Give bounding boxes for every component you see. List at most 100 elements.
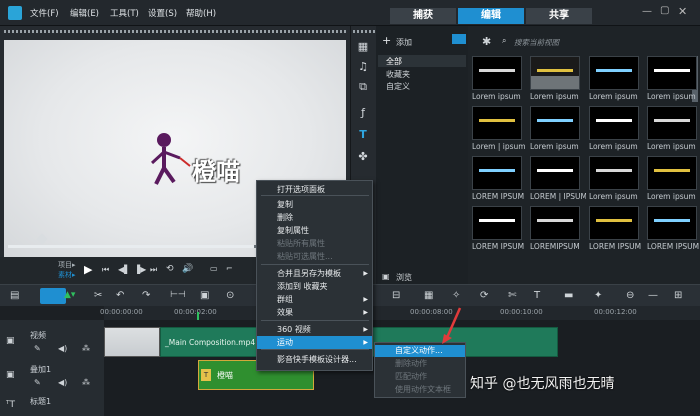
context-menu-item[interactable]: 打开选项面板 bbox=[257, 183, 372, 196]
timeline-ruler[interactable]: 00:00:00:00 00:00:02:00 00:00:08:00 00:0… bbox=[100, 306, 700, 402]
minimize-icon[interactable]: — bbox=[642, 6, 652, 17]
thumbnail-text-preview bbox=[654, 119, 690, 122]
title-thumbnail[interactable] bbox=[589, 56, 639, 90]
title-thumbnail[interactable] bbox=[647, 56, 697, 90]
overlay-ripple-icon[interactable]: ⁂ bbox=[82, 378, 90, 387]
title-thumbnail[interactable] bbox=[472, 106, 522, 140]
tab-edit[interactable]: 编辑 bbox=[458, 8, 524, 24]
redo-icon[interactable]: ↷ bbox=[142, 290, 150, 301]
menu-edit[interactable]: 编辑(E) bbox=[70, 7, 99, 19]
submenu-item[interactable]: 自定义动作... bbox=[375, 345, 465, 357]
close-icon[interactable]: ✕ bbox=[678, 5, 687, 18]
track-ripple-icon[interactable]: ⁂ bbox=[82, 344, 90, 353]
context-menu-item[interactable]: 复制属性 bbox=[257, 224, 372, 237]
title-thumbnail[interactable] bbox=[647, 206, 697, 240]
snapshot-icon[interactable]: ▣ bbox=[200, 290, 209, 301]
menu-tools[interactable]: 工具(T) bbox=[110, 7, 139, 19]
title-thumbnail[interactable] bbox=[472, 206, 522, 240]
media-icon[interactable]: ▦ bbox=[356, 40, 370, 54]
split-icon[interactable]: ⊢⊣ bbox=[170, 290, 186, 300]
loop-icon[interactable]: ⟳ bbox=[480, 290, 488, 301]
fx-icon[interactable]: ƒ bbox=[356, 106, 370, 120]
add-folder-label[interactable]: 添加 bbox=[396, 37, 412, 48]
title-thumbnail[interactable] bbox=[530, 156, 580, 190]
title-overlay-text: 橙喵 bbox=[192, 158, 240, 186]
timeline-view-button[interactable] bbox=[40, 288, 66, 304]
add-track-icon[interactable]: ▲▾ bbox=[64, 290, 75, 300]
crop-icon[interactable]: ⌐ bbox=[226, 264, 233, 273]
track-edit-icon[interactable]: ✎ bbox=[34, 344, 41, 353]
overlay-edit-icon[interactable]: ✎ bbox=[34, 378, 41, 387]
subtitle-icon[interactable]: ⊟ bbox=[392, 290, 400, 301]
title-thumbnail[interactable] bbox=[530, 106, 580, 140]
menu-settings[interactable]: 设置(S) bbox=[148, 7, 177, 19]
cut-icon[interactable]: ✄ bbox=[508, 290, 516, 301]
title-thumbnail[interactable] bbox=[530, 206, 580, 240]
collapse-tab-icon[interactable] bbox=[452, 34, 466, 44]
storyboard-view-icon[interactable]: ▤ bbox=[10, 290, 19, 301]
volume-icon[interactable]: 🔊 bbox=[182, 264, 193, 274]
repeat-icon[interactable]: ⟲ bbox=[166, 264, 174, 274]
folder-favorites[interactable]: 收藏夹 bbox=[386, 69, 410, 80]
project-mode-label[interactable]: 项目▸ bbox=[58, 260, 76, 270]
title-thumbnail[interactable] bbox=[589, 206, 639, 240]
track-audio-icon[interactable]: ◀) bbox=[58, 344, 67, 353]
add-icon[interactable]: + bbox=[382, 34, 391, 47]
menu-file[interactable]: 文件(F) bbox=[30, 7, 59, 19]
next-frame-icon[interactable]: ▐▶ bbox=[134, 265, 146, 274]
tools-icon[interactable]: ✂ bbox=[94, 290, 102, 301]
audio-icon[interactable]: ♫ bbox=[356, 60, 370, 74]
maximize-icon[interactable]: ▢ bbox=[660, 5, 669, 16]
motion-track-icon[interactable]: ✧ bbox=[452, 290, 460, 301]
go-start-icon[interactable]: ⏮ bbox=[102, 265, 109, 275]
title-thumbnail[interactable] bbox=[472, 156, 522, 190]
tab-capture[interactable]: 捕获 bbox=[390, 8, 456, 24]
context-menu-item[interactable]: 合并且另存为模板 ▶ bbox=[257, 267, 372, 280]
go-end-icon[interactable]: ⏭ bbox=[150, 265, 157, 275]
tab-share[interactable]: 共享 bbox=[526, 8, 592, 24]
context-menu-item[interactable]: 添加到 收藏夹 bbox=[257, 280, 372, 293]
folder-custom[interactable]: 自定义 bbox=[386, 81, 410, 92]
scrub-bar-filled[interactable] bbox=[8, 245, 254, 248]
zoom-out-icon[interactable]: ⊖ bbox=[626, 290, 634, 301]
title-thumbnail[interactable] bbox=[530, 56, 580, 90]
title-icon[interactable]: T bbox=[356, 128, 370, 142]
mask-icon[interactable]: ▦ bbox=[424, 290, 433, 301]
record-icon[interactable]: ⊙ bbox=[226, 290, 234, 301]
browse-label[interactable]: 浏览 bbox=[396, 272, 412, 283]
play-icon[interactable]: ▶ bbox=[84, 263, 92, 276]
overlay-audio-icon[interactable]: ◀) bbox=[58, 378, 67, 387]
aspect-ratio-icon[interactable]: ▭ bbox=[210, 264, 218, 273]
title-thumbnail[interactable] bbox=[647, 156, 697, 190]
context-menu-item[interactable]: 复制 bbox=[257, 198, 372, 211]
prev-frame-icon[interactable]: ◀▌ bbox=[118, 265, 130, 274]
search-icon[interactable]: ⌕ bbox=[502, 36, 506, 46]
graphics-icon[interactable]: ✤ bbox=[356, 150, 370, 164]
search-input[interactable]: 搜索当前视图 bbox=[514, 37, 559, 48]
undo-icon[interactable]: ↶ bbox=[116, 290, 124, 301]
title-thumbnail[interactable] bbox=[647, 106, 697, 140]
transition-icon[interactable]: ⧉ bbox=[356, 80, 370, 94]
submenu-item: 删除动作 bbox=[395, 359, 427, 368]
menu-help[interactable]: 帮助(H) bbox=[186, 7, 216, 19]
video-clip-label: _Main Composition.mp4 bbox=[165, 338, 256, 347]
title-thumbnail[interactable] bbox=[589, 156, 639, 190]
context-menu-item[interactable]: 360 视频 ▶ bbox=[257, 323, 372, 336]
browse-icon[interactable]: ▣ bbox=[382, 272, 390, 281]
title-thumbnail[interactable] bbox=[472, 56, 522, 90]
context-menu-item[interactable]: 影音快手模板设计器... bbox=[257, 353, 372, 366]
title-thumbnail[interactable] bbox=[589, 106, 639, 140]
zoom-slider-icon[interactable]: — bbox=[648, 290, 658, 301]
clip-mode-label[interactable]: 素材▸ bbox=[58, 270, 76, 280]
fit-icon[interactable]: ⊞ bbox=[674, 290, 682, 301]
context-menu-item[interactable]: 群组 ▶ bbox=[257, 293, 372, 306]
color-icon[interactable]: ▬ bbox=[564, 290, 573, 301]
folder-all[interactable]: 全部 bbox=[386, 56, 402, 67]
library-settings-icon[interactable]: ✱ bbox=[482, 35, 491, 48]
text-icon[interactable]: T bbox=[534, 290, 540, 301]
context-menu-item[interactable]: 运动 ▶ bbox=[257, 336, 372, 349]
video-clip-thumb[interactable] bbox=[104, 327, 160, 357]
context-menu-item[interactable]: 删除 bbox=[257, 211, 372, 224]
context-menu-item[interactable]: 效果 ▶ bbox=[257, 306, 372, 319]
ai-icon[interactable]: ✦ bbox=[594, 290, 602, 301]
